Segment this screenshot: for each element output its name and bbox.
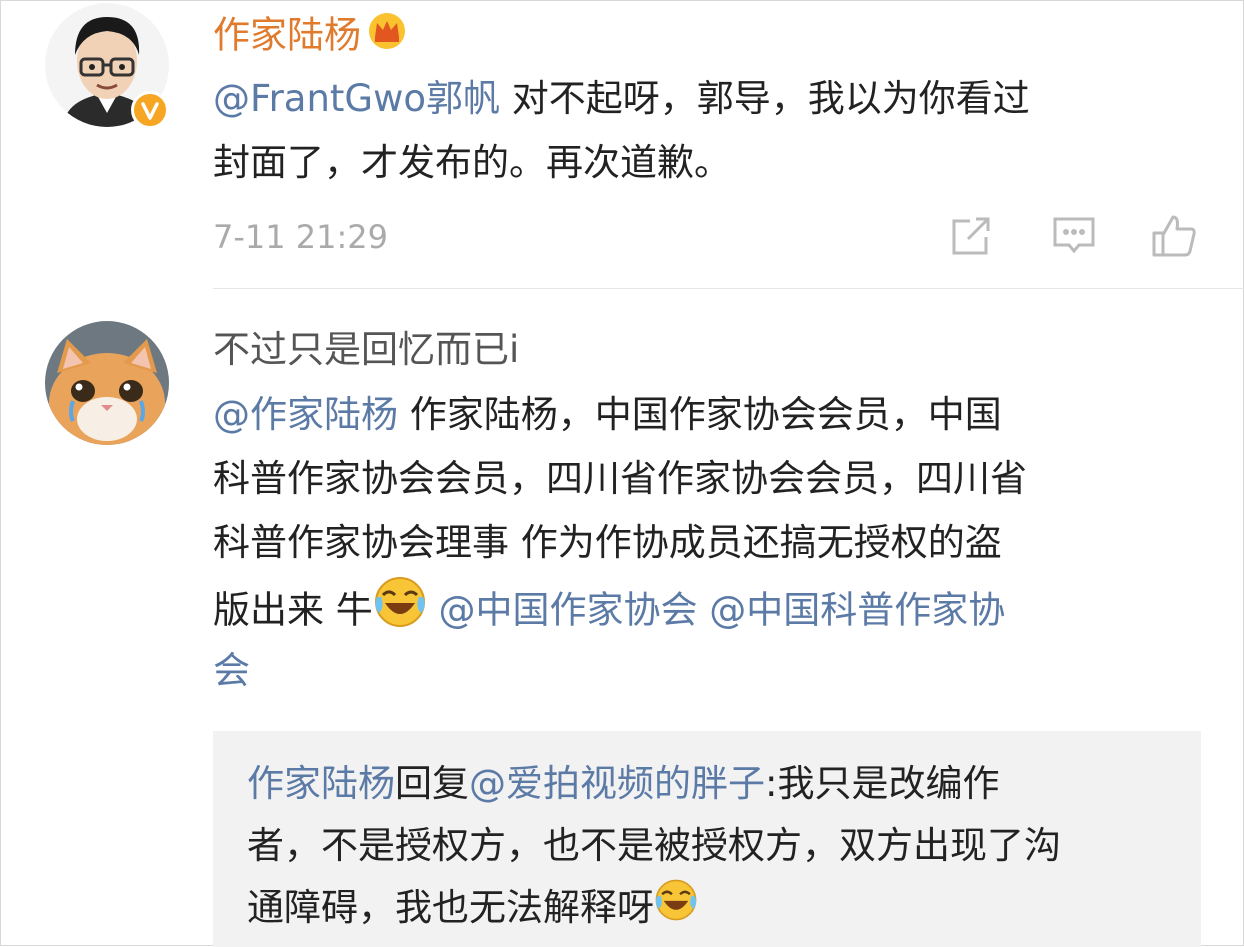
verified-badge-icon xyxy=(131,91,169,129)
text-segment: 封面了，才发布的。再次道歉。 xyxy=(213,141,731,184)
comment-text: @作家陆杨 作家陆杨，中国作家协会会员，中国 科普作家协会会员，四川省作家协会会… xyxy=(213,383,1213,703)
text-segment: 者，不是授权方，也不是被授权方，双方出现了沟 xyxy=(247,824,1061,867)
text-segment: 通障碍，我也无法解释呀 xyxy=(247,886,654,929)
mention-link[interactable]: @作家陆杨 xyxy=(213,393,398,436)
comment-list: 作家陆杨 @FrantGwo郭帆 对不起呀，郭导，我以为你看过 封面了，才发布的… xyxy=(0,0,1244,947)
repost-icon[interactable] xyxy=(948,213,994,259)
avatar[interactable] xyxy=(45,321,169,445)
text-segment: 对不起呀，郭导，我以为你看过 xyxy=(500,77,1030,120)
mention-link[interactable]: @爱拍视频的胖子 xyxy=(469,762,765,805)
laugh-cry-emoji-icon xyxy=(373,575,427,649)
text-segment: 作家陆杨，中国作家协会会员，中国 xyxy=(398,393,1002,436)
comment-text: @FrantGwo郭帆 对不起呀，郭导，我以为你看过 封面了，才发布的。再次道歉… xyxy=(213,67,1213,195)
vip-crown-icon xyxy=(367,11,407,63)
divider xyxy=(213,288,1244,289)
mention-link[interactable]: @FrantGwo郭帆 xyxy=(213,77,500,120)
mention-link[interactable]: 会 xyxy=(213,649,250,692)
comment-username[interactable]: 不过只是回忆而已i xyxy=(213,326,519,374)
timestamp: 7-11 21:29 xyxy=(213,218,389,256)
text-segment: :我只是改编作 xyxy=(765,762,1000,805)
text-segment: 回复 xyxy=(395,762,469,805)
username-text[interactable]: 作家陆杨 xyxy=(213,14,361,57)
text-segment: 科普作家协会会员，四川省作家协会会员，四川省 xyxy=(213,457,1027,500)
comment-icon[interactable] xyxy=(1051,213,1097,259)
mention-link[interactable]: @中国作家协会 @中国科普作家协 xyxy=(427,589,1006,632)
comment-username[interactable]: 作家陆杨 xyxy=(213,11,407,63)
text-segment: 科普作家协会理事 作为作协成员还搞无授权的盗 xyxy=(213,521,1002,564)
mention-link[interactable]: 作家陆杨 xyxy=(247,762,395,805)
reply-text: 作家陆杨回复@爱拍视频的胖子:我只是改编作 者，不是授权方，也不是被授权方，双方… xyxy=(247,753,1187,939)
laugh-cry-emoji-icon xyxy=(654,878,698,941)
text-segment: 版出来 牛 xyxy=(213,588,373,632)
like-icon[interactable] xyxy=(1151,213,1197,259)
